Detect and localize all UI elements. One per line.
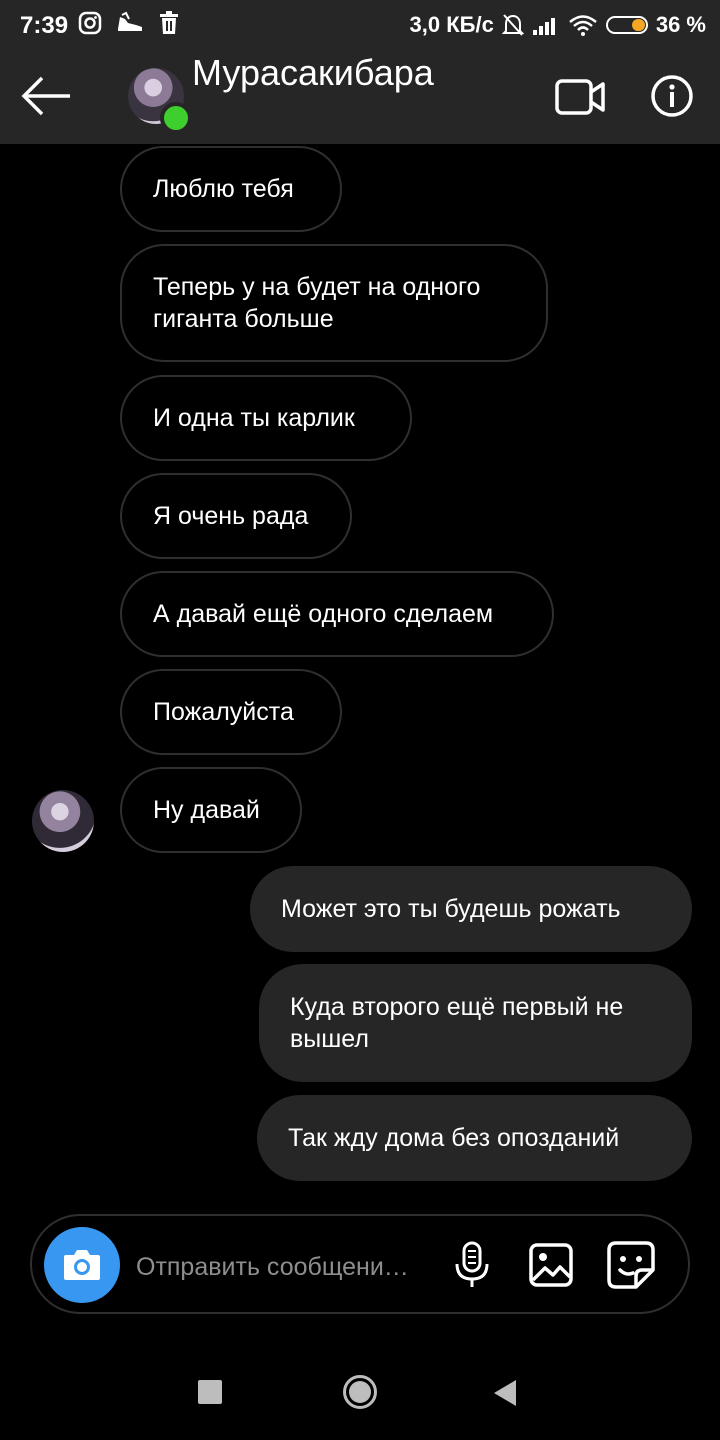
message-bubble-incoming[interactable]: Теперь у на будет на одного гиганта боль… bbox=[120, 244, 548, 362]
message-text: Теперь у на будет на одного гиганта боль… bbox=[153, 273, 481, 333]
message-text: А давай ещё одного сделаем bbox=[153, 600, 494, 628]
network-speed: 3,0 КБ/с bbox=[409, 12, 494, 37]
message-text: Куда второго ещё первый не вышел bbox=[290, 993, 624, 1053]
battery-icon bbox=[605, 16, 648, 34]
sticker-icon[interactable] bbox=[606, 1240, 656, 1290]
home-button[interactable] bbox=[342, 1374, 378, 1410]
message-text: Так жду дома без опозданий bbox=[288, 1124, 620, 1152]
message-bubble-outgoing[interactable]: Может это ты будешь рожать bbox=[250, 866, 692, 952]
chat-header: Мурасакибара bbox=[0, 50, 720, 144]
bell-off-icon bbox=[501, 14, 524, 36]
back-arrow-icon[interactable] bbox=[20, 74, 74, 118]
message-bubble-incoming[interactable]: А давай ещё одного сделаем bbox=[120, 571, 554, 657]
recent-apps-button[interactable] bbox=[198, 1380, 222, 1404]
message-bubble-incoming[interactable]: Люблю тебя bbox=[120, 146, 342, 232]
camera-button[interactable] bbox=[44, 1227, 120, 1303]
message-bubble-incoming[interactable]: И одна ты карлик bbox=[120, 375, 412, 461]
camera-icon bbox=[64, 1250, 100, 1280]
signal-icon bbox=[532, 18, 555, 35]
contact-name[interactable]: Мурасакибара bbox=[192, 52, 434, 94]
message-text: И одна ты карлик bbox=[153, 404, 355, 432]
status-notification-icons bbox=[78, 11, 180, 35]
message-text: Люблю тебя bbox=[153, 175, 294, 203]
message-bubble-outgoing[interactable]: Куда второго ещё первый не вышел bbox=[259, 964, 692, 1082]
battery-percent: 36 % bbox=[655, 12, 706, 37]
trash-icon bbox=[160, 11, 178, 34]
message-text: Может это ты будешь рожать bbox=[281, 895, 621, 923]
message-bubble-incoming[interactable]: Ну давай bbox=[120, 767, 302, 853]
info-icon[interactable] bbox=[650, 74, 694, 118]
sender-avatar[interactable] bbox=[32, 790, 94, 852]
video-call-icon[interactable] bbox=[554, 76, 606, 118]
message-input[interactable] bbox=[134, 1244, 438, 1290]
status-right-group: 3,0 КБ/с 36 % bbox=[410, 12, 706, 38]
sneaker-icon bbox=[118, 11, 142, 31]
gallery-icon[interactable] bbox=[528, 1242, 574, 1288]
microphone-icon[interactable] bbox=[452, 1240, 492, 1290]
message-text: Ну давай bbox=[153, 796, 260, 824]
message-composer bbox=[30, 1214, 690, 1314]
wifi-icon bbox=[569, 15, 597, 36]
status-bar: 7:39 3,0 КБ/с 36 % bbox=[0, 0, 720, 50]
message-text: Я очень рада bbox=[153, 502, 309, 530]
status-time: 7:39 bbox=[20, 12, 69, 39]
battery-fill bbox=[631, 19, 645, 31]
nav-back-button[interactable] bbox=[492, 1378, 520, 1408]
message-bubble-outgoing[interactable]: Так жду дома без опозданий bbox=[257, 1095, 692, 1181]
online-status-indicator bbox=[160, 102, 192, 134]
message-text: Пожалуйста bbox=[153, 698, 294, 726]
message-bubble-incoming[interactable]: Пожалуйста bbox=[120, 669, 342, 755]
instagram-icon bbox=[78, 11, 102, 35]
message-bubble-incoming[interactable]: Я очень рада bbox=[120, 473, 352, 559]
